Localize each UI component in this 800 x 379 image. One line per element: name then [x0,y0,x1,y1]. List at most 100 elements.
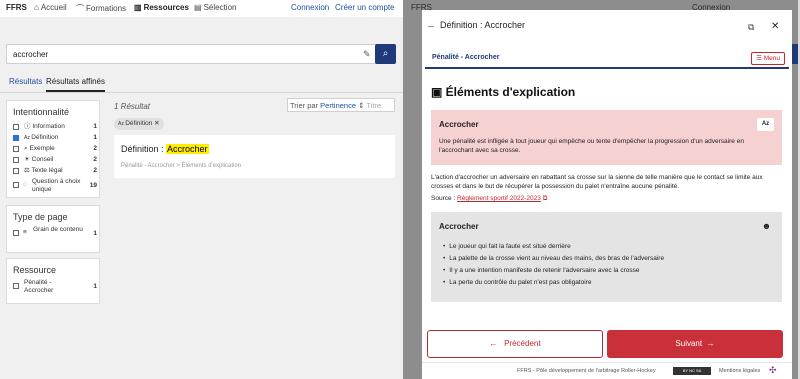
facet-count: 2 [93,167,97,174]
lines-icon: ≡ [23,229,27,236]
footer-text: FFRS - Pôle développement de l'arbitrage… [517,368,656,374]
nav-ressources[interactable]: ▥ Ressources [134,3,189,12]
nav-accueil[interactable]: ⌂ Accueil [34,3,67,12]
external-link-icon[interactable]: ⧉ [543,195,548,202]
book-icon: ▣ [431,85,446,99]
result-breadcrumb: Pénalité - Accrocher > Éléments d'explic… [121,163,242,169]
facet-count: 19 [89,182,97,189]
facet-title: Ressource [13,265,57,275]
definition-text: Une pénalité est infligée à tout joueur … [439,138,744,154]
login-link[interactable]: Connexion [291,3,329,12]
source-link[interactable]: Règlement sportif 2022-2023 [457,195,541,202]
example-box: Accrocher ☻ Le joueur qui fait la faute … [431,212,782,302]
top-nav: FFRS ⌂ Accueil ⌒ Formations ▥ Ressources ▤ S… [0,0,403,17]
source-line: Source : Règlement sportif 2022-2023 ⧉ [431,195,548,202]
search-page: FFRS ⌂ Accueil ⌒ Formations ▥ Ressources ▤ S… [0,0,403,379]
result-count: 1 Résultat [114,102,151,111]
section-heading: ▣ Éléments d'explication [431,85,576,99]
definition-modal: Définition : Accrocher ⧉ ✕ Pénalité - Ac… [422,10,792,379]
facet-item-question[interactable]: Question à choix unique ◌ 19 [13,178,97,196]
scale-icon: ⚖ [24,167,32,174]
example-list: Le joueur qui fait la faute est situé de… [443,241,664,289]
checkbox[interactable] [13,283,19,289]
person-icon: ☻ [761,221,772,231]
result-card[interactable]: Définition : Accrocher Pénalité - Accroc… [114,135,395,178]
checkbox-checked[interactable] [13,135,19,141]
facet-ressource: Ressource Pénalité - Accrocher 1 [6,258,100,304]
explanation-paragraph: L'action d'accrocher un adversaire en ra… [431,174,763,190]
search-icon: ⌕ [382,48,389,59]
facet-intentionnalite: Intentionnalité ⓘ Information 1 Az Défin… [6,100,100,198]
close-icon[interactable]: ✕ [154,120,159,127]
facet-count: 2 [93,145,97,152]
external-link-icon[interactable]: ⧉ [748,22,754,33]
eraser-icon[interactable]: ✎ [363,49,371,60]
list-item: La palette de la crosse vient au niveau … [443,253,664,265]
filter-chip-definition[interactable]: Az Définition ✕ [114,118,164,130]
nav-formations[interactable]: ⌒ Formations [76,3,126,14]
facet-title: Type de page [13,212,68,222]
facet-item-texte-legal[interactable]: ⚖ Texte légal 2 [13,167,97,176]
minimize-icon [428,26,434,27]
breadcrumb-link[interactable]: Pénalité - Accrocher [432,54,499,61]
logo-icon: ✣ [769,365,777,375]
checkbox[interactable] [13,168,19,174]
modal-footer: FFRS - Pôle développement de l'arbitrage… [422,362,792,379]
search-button[interactable]: ⌕ [375,44,396,64]
facet-item-conseil[interactable]: ☀ Conseil 2 [13,156,97,165]
tab-resultats[interactable]: Résultats [9,77,42,86]
facet-count: 1 [93,230,97,237]
tabs-divider [0,92,403,93]
signup-link[interactable]: Créer un compte [335,3,395,12]
checkbox[interactable] [13,146,19,152]
facet-count: 1 [93,123,97,130]
facet-item-grain[interactable]: ≡ Grain de contenu 1 [13,226,97,244]
legal-link[interactable]: Mentions légales [719,368,760,374]
definition-box: Accrocher Az Une pénalité est infligée à… [431,110,782,165]
facet-title: Intentionnalité [13,107,70,117]
checkbox[interactable] [13,124,19,130]
next-button[interactable]: Suivant → [607,330,783,358]
definition-title: Accrocher [439,120,479,129]
checkbox[interactable] [13,157,19,163]
facet-count: 1 [93,283,97,290]
question-icon: ◌ [23,181,27,188]
list-icon: ▤ [194,3,202,12]
brand-logo[interactable]: FFRS [6,3,27,12]
search-bar: accrocher ✎ ⌕ [6,44,396,64]
home-icon: ⌂ [34,3,39,12]
tab-resultats-affines[interactable]: Résultats affinés [46,77,105,92]
checkbox[interactable] [13,182,19,188]
hamburger-icon: ☰ [756,55,764,62]
modal-title: Définition : Accrocher [440,20,526,30]
arrow-left-icon: ← [489,339,505,348]
graduation-icon: ⌒ [76,4,84,13]
previous-button[interactable]: ← Précédent [427,330,603,358]
checkbox[interactable] [13,230,19,236]
modal-header: Définition : Accrocher ⧉ ✕ [422,10,792,43]
list-item: La perte du contrôle du palet n'est pas … [443,277,664,289]
arrow-right-icon: → [702,339,715,348]
lightbulb-icon: ☀ [24,156,32,163]
facet-item-penalite[interactable]: Pénalité - Accrocher 1 [13,279,97,297]
facet-item-information[interactable]: ⓘ Information 1 [13,123,97,132]
facet-count: 1 [93,134,97,141]
example-title: Accrocher [439,222,479,231]
sort-label: Trier par Pertinence ⇕ Titre [290,101,382,110]
search-input[interactable]: accrocher [13,50,48,59]
facet-count: 2 [93,156,97,163]
close-icon[interactable]: ✕ [771,21,779,32]
facet-item-definition[interactable]: Az Définition 1 [13,134,97,143]
book-icon: ▥ [134,3,142,12]
menu-button[interactable]: ☰ Menu [751,52,785,65]
list-item: Il y a une intention manifeste de reteni… [443,265,664,277]
az-icon: Az [757,118,774,131]
facet-type-de-page: Type de page ≡ Grain de contenu 1 [6,205,100,253]
nav-selection[interactable]: ▤ Sélection [194,3,236,12]
license-badge[interactable]: BY NC SA [673,367,711,375]
breadcrumb: Pénalité - Accrocher ☰ Menu [425,48,789,69]
facet-item-exemple[interactable]: ⌕ Exemple 2 [13,145,97,154]
result-title[interactable]: Définition : Accrocher [121,144,209,154]
sort-arrows-icon: ⇕ [358,101,365,110]
list-item: Le joueur qui fait la faute est situé de… [443,241,664,253]
